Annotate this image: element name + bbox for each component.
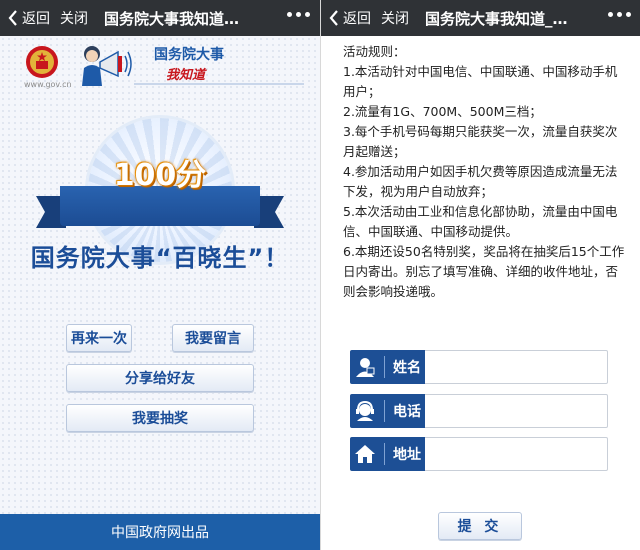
top-nav-bar: 返回 关闭 国务院大事我知道… xyxy=(0,0,320,36)
result-headline: 国务院大事“百晓生”！ xyxy=(30,244,290,272)
play-again-button[interactable]: 再来一次 xyxy=(66,324,132,352)
activity-rules: 活动规则： 1.本活动针对中国电信、中国联通、中国移动手机用户； 2.流量有1G… xyxy=(343,42,627,302)
phone-label: 电话 xyxy=(393,404,421,420)
back-label: 返回 xyxy=(343,11,371,27)
back-button[interactable]: 返回 xyxy=(321,0,371,36)
home-icon xyxy=(350,437,380,471)
footer-credit: 中国政府网出品 xyxy=(0,514,320,550)
phone-field[interactable] xyxy=(425,394,608,428)
name-field[interactable] xyxy=(425,350,608,384)
back-button[interactable]: 返回 xyxy=(0,0,50,36)
name-label-box: 姓名 xyxy=(350,350,425,384)
share-button[interactable]: 分享给好友 xyxy=(66,364,254,392)
page-title: 国务院大事我知道… xyxy=(104,9,240,28)
result-page: 返回 关闭 国务院大事我知道… www.gov.cn 国务院大事 我知道 100… xyxy=(0,0,320,550)
dotted-background xyxy=(0,36,320,514)
rule-item: 6.本期还设50名特别奖，奖品将在抽奖后15个工作日内寄出。别忘了填写准确、详细… xyxy=(343,244,625,299)
page-title: 国务院大事我知道_… xyxy=(425,9,568,28)
brand-divider xyxy=(134,83,304,85)
score-value: 100分 xyxy=(113,158,207,193)
chevron-left-icon xyxy=(329,10,338,26)
name-row: 姓名 xyxy=(350,350,608,384)
close-button[interactable]: 关闭 xyxy=(60,8,88,28)
megaphone-figure-icon xyxy=(82,46,132,86)
phone-label-box: 电话 xyxy=(350,394,425,428)
user-icon xyxy=(350,350,380,384)
address-row: 地址 xyxy=(350,437,608,471)
national-emblem-icon xyxy=(26,46,58,78)
rule-item: 4.参加活动用户如因手机欠费等原因造成流量无法下发，视为用户自动放弃； xyxy=(343,164,618,199)
rules-heading: 活动规则： xyxy=(343,44,406,59)
phone-row: 电话 xyxy=(350,394,608,428)
submit-button[interactable]: 提 交 xyxy=(438,512,522,540)
rule-item: 2.流量有1G、700M、500M三档； xyxy=(343,104,542,119)
rule-item: 1.本活动针对中国电信、中国联通、中国移动手机用户； xyxy=(343,64,618,99)
top-nav-bar: 返回 关闭 国务院大事我知道_… xyxy=(321,0,640,36)
brand-subtitle: 我知道 xyxy=(166,68,206,83)
back-label: 返回 xyxy=(22,11,50,27)
phone-operator-icon xyxy=(350,394,380,428)
address-field[interactable] xyxy=(425,437,608,471)
rule-item: 3.每个手机号码每期只能获奖一次，流量自获奖次月起赠送； xyxy=(343,124,618,159)
rule-item: 5.本次活动由工业和信息化部协助，流量由中国电信、中国联通、中国移动提供。 xyxy=(343,204,618,239)
chevron-left-icon xyxy=(8,10,17,26)
name-label: 姓名 xyxy=(393,360,421,376)
lottery-button[interactable]: 我要抽奖 xyxy=(66,404,254,432)
more-dots-icon[interactable] xyxy=(608,12,631,17)
leave-message-button[interactable]: 我要留言 xyxy=(172,324,254,352)
address-label-box: 地址 xyxy=(350,437,425,471)
address-label: 地址 xyxy=(393,447,421,463)
more-dots-icon[interactable] xyxy=(287,12,310,17)
brand-title: 国务院大事 xyxy=(154,47,224,63)
screenshot-stage: 返回 关闭 国务院大事我知道… www.gov.cn 国务院大事 我知道 100… xyxy=(0,0,640,550)
close-button[interactable]: 关闭 xyxy=(381,8,409,28)
gov-url: www.gov.cn xyxy=(24,80,72,89)
